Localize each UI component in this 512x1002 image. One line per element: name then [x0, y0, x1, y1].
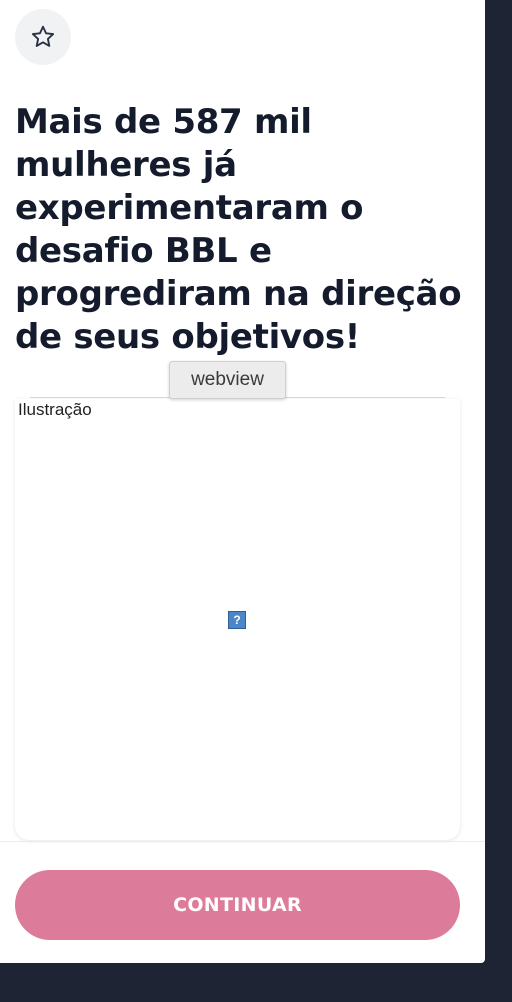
footer-divider: [0, 841, 485, 842]
illustration-alt-text: Ilustração: [18, 400, 92, 419]
star-icon: [31, 25, 55, 47]
illustration-image: Ilustração ?: [15, 399, 460, 840]
continue-button[interactable]: CONTINUAR: [15, 870, 460, 940]
webview-tooltip: webview: [169, 361, 286, 399]
app-panel: Mais de 587 mil mulheres já experimentar…: [0, 0, 485, 963]
favorite-button[interactable]: [15, 9, 71, 65]
headline: Mais de 587 mil mulheres já experimentar…: [15, 102, 462, 357]
broken-image-icon: ?: [228, 611, 246, 629]
